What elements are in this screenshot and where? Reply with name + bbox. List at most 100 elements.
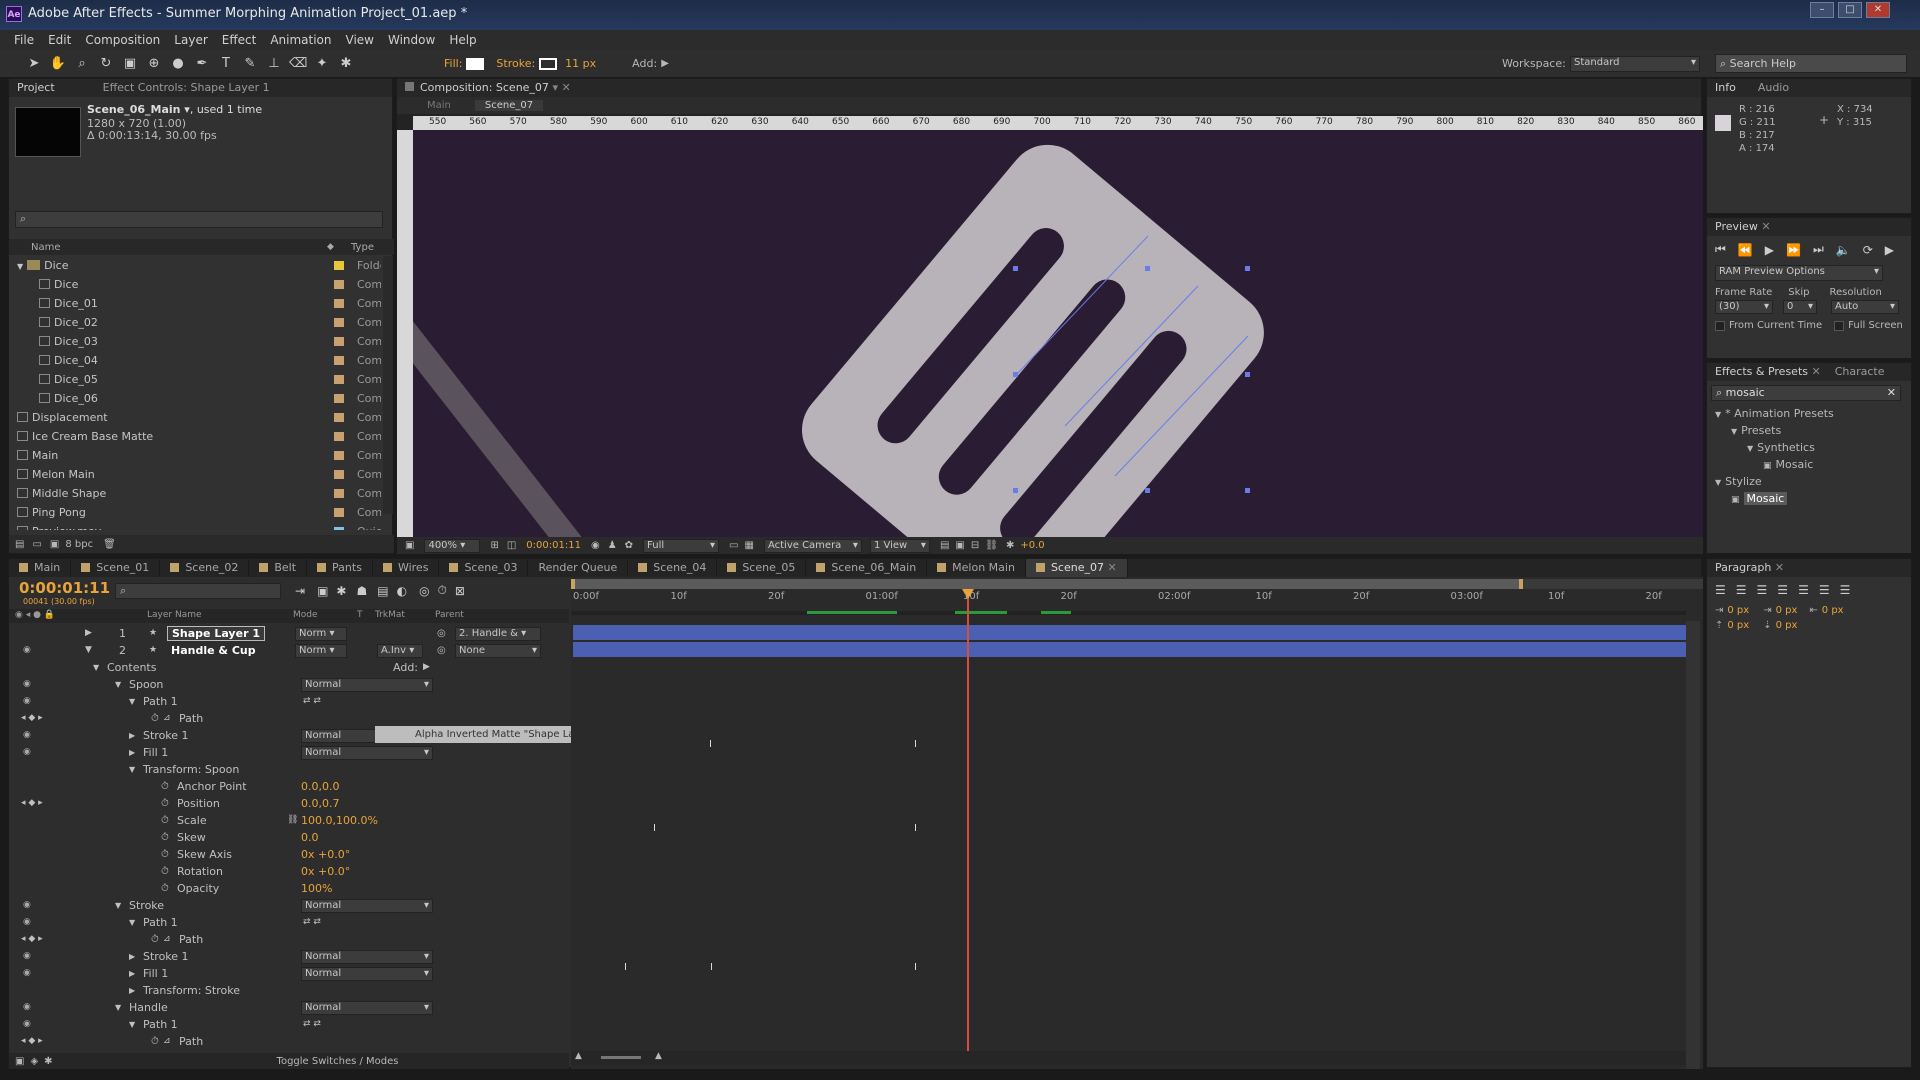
selected-item-name[interactable]: Scene_06_Main ▾ — [87, 103, 190, 116]
space-before-value[interactable]: 0 px — [1727, 620, 1749, 631]
layer-mode-dropdown[interactable]: Norm ▾ — [295, 644, 347, 658]
timeline-tab[interactable]: Main — [9, 559, 72, 577]
layer-name[interactable]: Handle & Cup — [171, 642, 256, 659]
menu-layer[interactable]: Layer — [174, 33, 207, 47]
channel-icon[interactable]: ✿ — [625, 540, 633, 551]
effects-tree-item[interactable]: ▼ Synthetics — [1707, 439, 1911, 456]
timeline-vertical-scrollbar[interactable] — [1686, 621, 1700, 1069]
collapse-arrow-icon[interactable]: ▼ — [115, 897, 121, 914]
playhead-icon[interactable] — [962, 589, 974, 599]
bbox-handle[interactable] — [1013, 372, 1018, 377]
indent-left-value[interactable]: 0 px — [1727, 605, 1749, 616]
visibility-eye-icon[interactable]: ◉ — [23, 965, 35, 982]
label-color-swatch[interactable] — [334, 394, 344, 403]
breadcrumb-main[interactable]: Main — [427, 100, 451, 111]
property-row[interactable]: ▼ Transform: Spoon — [9, 761, 569, 778]
property-row[interactable]: ⏱ Anchor Point 0.0,0.0 — [9, 778, 569, 795]
stopwatch-icon[interactable]: ⏱ — [161, 795, 169, 812]
breadcrumb-scene[interactable]: Scene_07 — [474, 100, 544, 111]
project-item[interactable]: Ping Pong Comp — [9, 503, 381, 522]
work-area-bar[interactable] — [571, 579, 1703, 589]
always-preview-icon[interactable]: ▣ — [405, 540, 414, 551]
tab-audio[interactable]: Audio — [1758, 81, 1789, 94]
reset-exposure-icon[interactable]: ✱ — [1006, 540, 1014, 551]
rotate-tool-icon[interactable]: ↻ — [97, 55, 115, 73]
align-right-icon[interactable]: ☰ — [1757, 583, 1768, 597]
label-color-swatch[interactable] — [334, 508, 344, 517]
stopwatch-icon[interactable]: ⏱ — [161, 880, 169, 897]
project-item[interactable]: Middle Shape Comp — [9, 484, 381, 503]
region-of-interest-icon[interactable]: ▭ — [729, 540, 738, 551]
stopwatch-icon[interactable]: ⏱ — [161, 778, 169, 795]
indent-first-value[interactable]: 0 px — [1776, 605, 1798, 616]
path-merge-icon[interactable]: ⇄ ⇄ — [303, 914, 321, 931]
label-column-icon[interactable]: ◆ — [327, 242, 334, 252]
collapse-arrow-icon[interactable]: ▼ — [85, 642, 92, 659]
label-color-swatch[interactable] — [334, 489, 344, 498]
parent-dropdown[interactable]: 2. Handle & ▾ — [455, 627, 541, 641]
pickwhip-icon[interactable]: ◎ — [437, 625, 446, 642]
puppet-tool-icon[interactable]: ✱ — [337, 55, 355, 73]
bit-depth[interactable]: 8 bpc — [65, 539, 93, 550]
play-icon[interactable]: ▶ — [1765, 243, 1774, 257]
bbox-handle[interactable] — [1145, 488, 1150, 493]
label-color-swatch[interactable] — [334, 318, 344, 327]
tree-expand-icon[interactable]: ▼ — [1747, 444, 1753, 453]
layer-row-2[interactable]: ◉ ▼ 2 ★ Handle & Cup Norm ▾ A.Inv ▾ ◎ No… — [9, 642, 569, 659]
blend-mode-dropdown[interactable]: Normal▾ — [301, 967, 433, 981]
property-row[interactable]: ◉ ▼ Spoon Normal ▾ — [9, 676, 569, 693]
draft-3d-icon[interactable]: ✱ — [336, 584, 346, 598]
stopwatch-icon[interactable]: ⏱ — [151, 931, 159, 948]
label-color-swatch[interactable] — [334, 356, 344, 365]
tab-paragraph[interactable]: Paragraph — [1715, 561, 1771, 574]
justify-left-icon[interactable]: ☰ — [1777, 583, 1788, 597]
visibility-eye-icon[interactable]: ◉ — [23, 744, 35, 761]
property-value[interactable]: 0x +0.0° — [301, 846, 350, 863]
project-item[interactable]: Dice_02 Comp — [9, 313, 381, 332]
bbox-handle[interactable] — [1145, 266, 1150, 271]
new-comp-icon[interactable]: ▣ — [50, 539, 59, 550]
expand-arrow-icon[interactable]: ▶ — [129, 982, 135, 999]
timeline-tab[interactable]: Scene_06_Main — [806, 559, 928, 577]
property-row[interactable]: ◂ ◆ ▸ ⏱ ⊿ Path — [9, 1033, 569, 1050]
add-button-icon[interactable]: ▶ — [661, 58, 669, 69]
snapshot-icon[interactable]: ◉ — [591, 540, 600, 551]
col-layer-name[interactable]: Layer Name — [147, 610, 202, 620]
keyframe-nav-icon[interactable]: ◂ ◆ ▸ — [21, 710, 43, 727]
tab-project[interactable]: Project — [17, 81, 55, 94]
property-row[interactable]: ◂ ◆ ▸ ⏱ Position 0.0,0.7 — [9, 795, 569, 812]
timeline-icon[interactable]: ⊟ — [971, 540, 979, 551]
tree-expand-icon[interactable]: ▼ — [1715, 410, 1721, 419]
loop-icon[interactable]: ⟳ — [1863, 243, 1873, 257]
property-row[interactable]: ⏱ Rotation 0x +0.0° — [9, 863, 569, 880]
project-item[interactable]: Dice_06 Comp — [9, 389, 381, 408]
project-item[interactable]: Dice_01 Comp — [9, 294, 381, 313]
justify-center-icon[interactable]: ☰ — [1798, 583, 1809, 597]
visibility-eye-icon[interactable]: ◉ — [23, 693, 35, 710]
project-item[interactable]: Dice_04 Comp — [9, 351, 381, 370]
label-color-swatch[interactable] — [334, 261, 344, 270]
property-row[interactable]: ◉ ▶ Stroke 1 Normal▾ — [9, 948, 569, 965]
property-row[interactable]: ◉ ▼ Handle Normal ▾ — [9, 999, 569, 1016]
align-left-icon[interactable]: ☰ — [1715, 583, 1726, 597]
project-scrollbar[interactable] — [383, 256, 393, 514]
project-item[interactable]: ▼ Dice Folder — [9, 256, 381, 275]
view-layout-dropdown[interactable]: 1 View ▾ — [869, 538, 930, 553]
shy-layers-icon[interactable]: ☗ — [356, 584, 367, 598]
pen-tool-icon[interactable]: ✒ — [193, 55, 211, 73]
property-row[interactable]: ◉ ▼ Stroke Normal ▾ — [9, 897, 569, 914]
justify-all-icon[interactable]: ☰ — [1840, 583, 1851, 597]
label-color-swatch[interactable] — [334, 470, 344, 479]
visibility-eye-icon[interactable]: ◉ — [23, 676, 35, 693]
project-item[interactable]: Preview.mov Quick — [9, 522, 381, 530]
property-row[interactable]: ⏱ Skew Axis 0x +0.0° — [9, 846, 569, 863]
visibility-eye-icon[interactable]: ◉ — [23, 897, 35, 914]
show-snapshot-icon[interactable]: ♟ — [608, 540, 617, 551]
effects-tree-item[interactable]: ▼ Presets — [1707, 422, 1911, 439]
fill-swatch[interactable] — [466, 57, 485, 70]
keyframe-icon[interactable]: I — [709, 739, 712, 750]
indent-right-value[interactable]: 0 px — [1822, 605, 1844, 616]
magnification-dropdown[interactable]: 400% ▾ — [424, 538, 481, 553]
project-item[interactable]: Displacement Comp — [9, 408, 381, 427]
keyframe-nav-icon[interactable]: ◂ ◆ ▸ — [21, 795, 43, 812]
